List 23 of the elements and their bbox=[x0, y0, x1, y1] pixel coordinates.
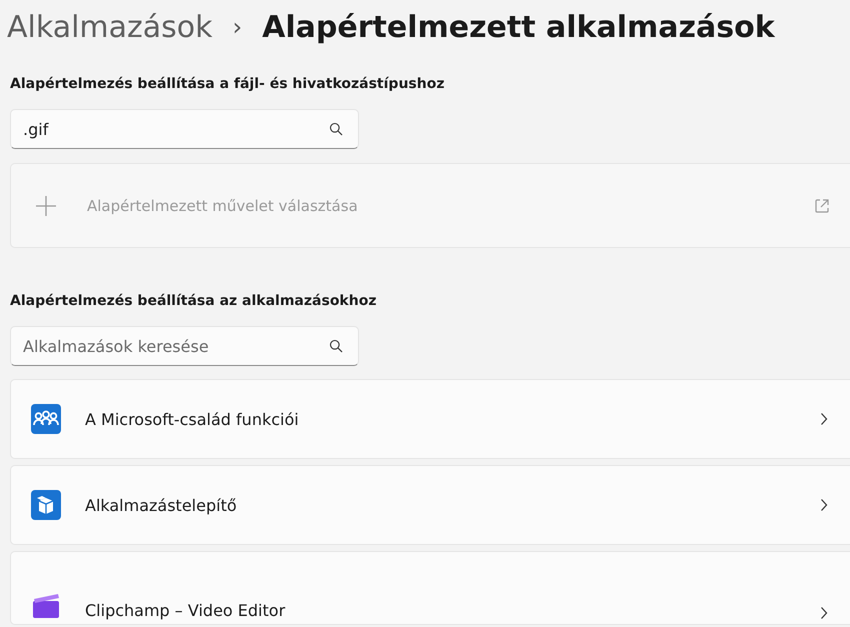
people-icon bbox=[31, 404, 61, 434]
breadcrumb-link[interactable]: Alkalmazások bbox=[7, 10, 213, 44]
app-name: Clipchamp – Video Editor bbox=[85, 601, 286, 620]
app-name: A Microsoft-család funkciói bbox=[85, 410, 300, 428]
chevron-right-icon bbox=[820, 498, 828, 512]
search-icon[interactable] bbox=[329, 339, 343, 353]
app-name: Alkalmazástelepítő bbox=[85, 496, 238, 514]
external-link-icon bbox=[814, 198, 830, 214]
plus-icon bbox=[35, 194, 57, 216]
section-heading: Alapértelmezés beállítása a fájl- és hivatkozástípushoz bbox=[10, 76, 446, 94]
breadcrumb-separator: › bbox=[232, 13, 242, 41]
action-label: Alapértelmezett művelet választása bbox=[87, 196, 359, 214]
search-icon[interactable] bbox=[329, 122, 343, 136]
section-heading: Alapértelmezés beállítása az alkalmazásokhoz bbox=[10, 293, 378, 311]
app-row[interactable]: A Microsoft-család funkciói bbox=[10, 379, 850, 459]
chevron-right-icon bbox=[820, 412, 828, 426]
chevron-right-icon bbox=[820, 606, 828, 620]
box-icon bbox=[31, 490, 61, 520]
file-type-search-field[interactable]: .gif bbox=[10, 109, 359, 149]
app-row[interactable]: Alkalmazástelepítő bbox=[10, 465, 850, 545]
page-title: Alapértelmezett alkalmazások bbox=[262, 10, 775, 44]
app-search-field[interactable]: Alkalmazások keresése bbox=[10, 326, 359, 366]
app-row[interactable]: Clipchamp – Video Editor bbox=[10, 551, 850, 625]
